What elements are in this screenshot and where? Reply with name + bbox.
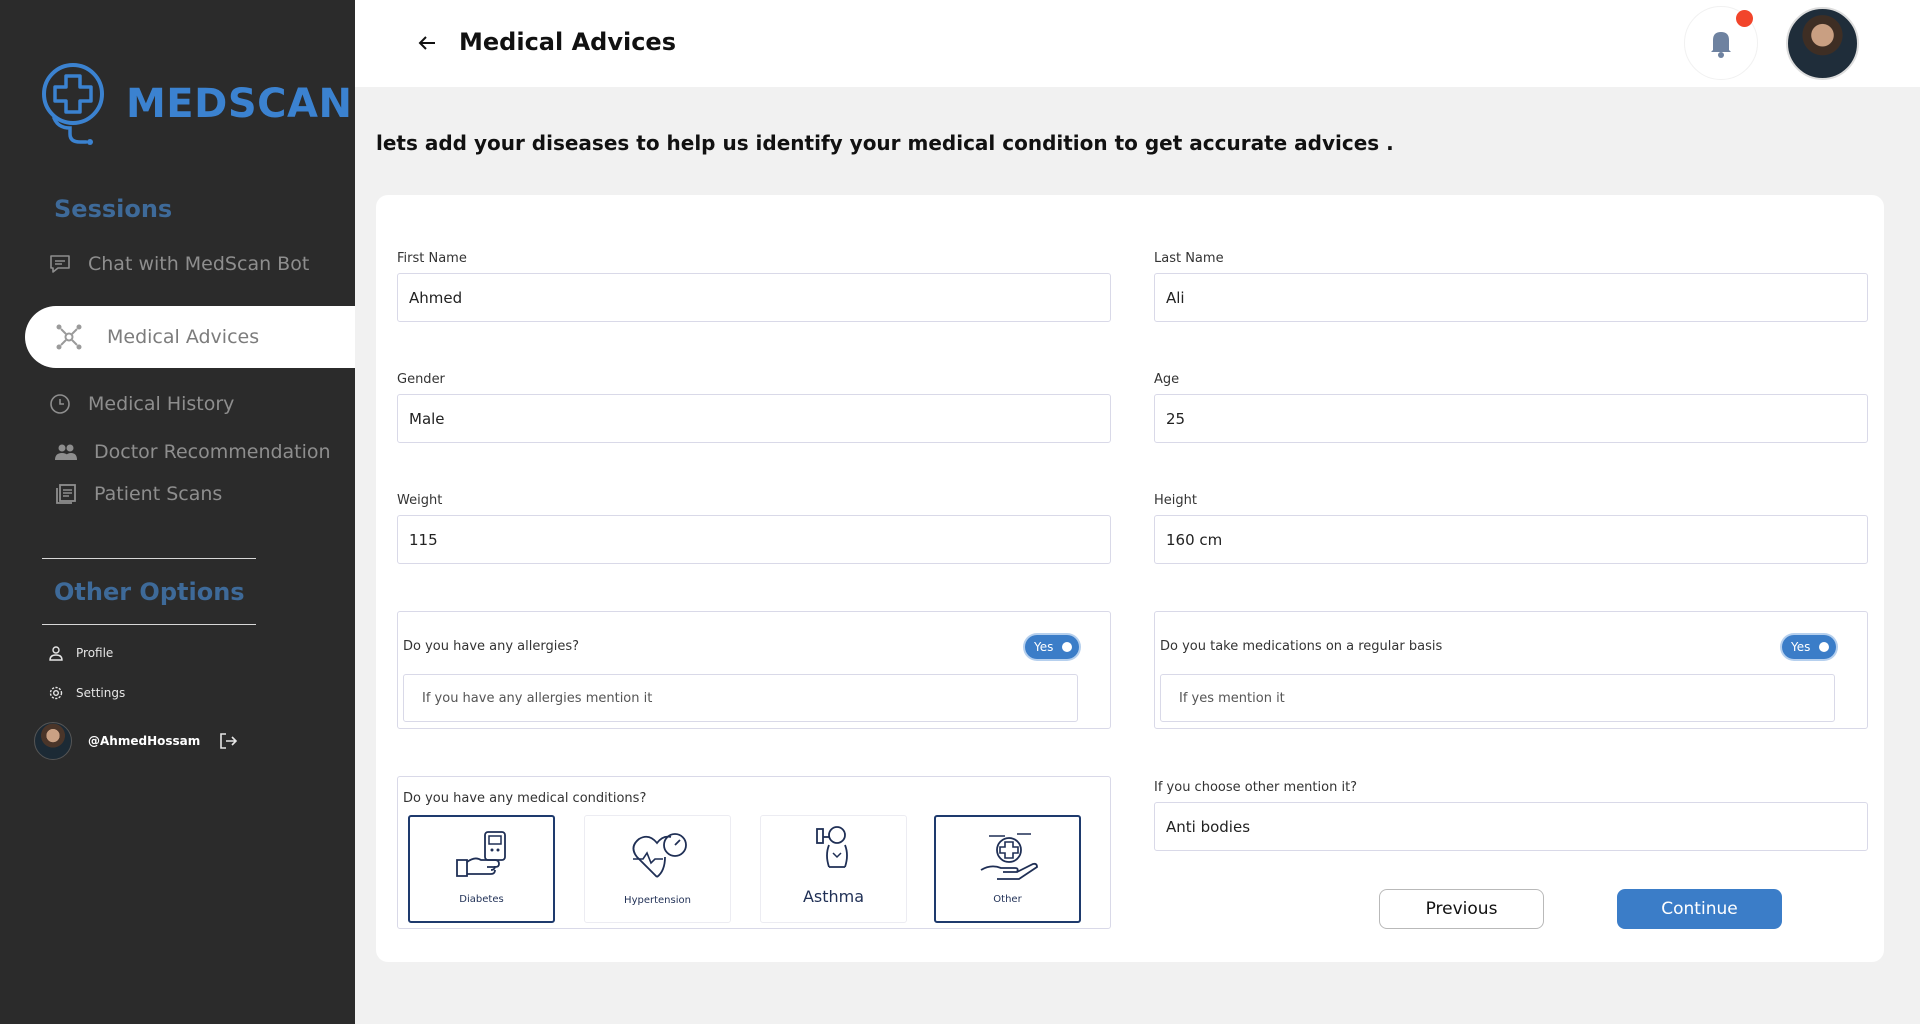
conditions-question: Do you have any medical conditions? — [403, 791, 647, 806]
documents-icon — [56, 484, 76, 504]
toggle-knob — [1062, 642, 1072, 652]
people-icon — [55, 444, 77, 460]
first-name-label: First Name — [397, 251, 467, 266]
condition-label: Diabetes — [459, 894, 504, 905]
condition-label: Asthma — [802, 887, 865, 906]
intro-text: lets add your diseases to help us identi… — [376, 131, 1394, 155]
sidebar-item-settings[interactable]: Settings — [48, 685, 125, 701]
avatar[interactable] — [34, 722, 72, 760]
back-arrow-icon[interactable] — [415, 31, 439, 55]
top-header: Medical Advices — [355, 0, 1920, 87]
previous-button[interactable]: Previous — [1379, 889, 1544, 929]
network-icon — [56, 324, 82, 350]
app-name: MEDSCAN — [126, 81, 353, 127]
glucose-meter-icon — [455, 831, 506, 877]
clock-icon — [50, 394, 70, 414]
height-field[interactable]: 160 cm — [1154, 515, 1868, 564]
avatar[interactable] — [1786, 7, 1859, 80]
sidebar: MEDSCAN Sessions Chat with MedScan Bot M… — [0, 0, 355, 1024]
sidebar-user: @AhmedHossam — [34, 722, 238, 760]
medscan-logo-icon — [42, 63, 104, 145]
sidebar-item-doctor-recommendation[interactable]: Doctor Recommendation — [54, 440, 331, 464]
sidebar-item-profile[interactable]: Profile — [48, 645, 113, 661]
last-name-field[interactable]: Ali — [1154, 273, 1868, 322]
age-label: Age — [1154, 372, 1180, 387]
other-condition-label: If you choose other mention it? — [1154, 780, 1358, 795]
logout-icon[interactable] — [218, 731, 238, 751]
condition-other[interactable]: Other — [934, 815, 1081, 923]
condition-diabetes[interactable]: Diabetes — [408, 815, 555, 923]
user-icon — [49, 646, 63, 661]
sidebar-item-label: Medical History — [88, 393, 235, 415]
sidebar-item-label: Patient Scans — [94, 483, 223, 505]
chat-icon — [50, 255, 70, 273]
medications-input[interactable]: If yes mention it — [1160, 674, 1835, 722]
other-condition-field[interactable]: Anti bodies — [1154, 802, 1868, 851]
allergies-question: Do you have any allergies? — [403, 639, 580, 654]
condition-hypertension[interactable]: Hypertension — [584, 815, 731, 923]
last-name-label: Last Name — [1154, 251, 1224, 266]
gender-label: Gender — [397, 372, 445, 387]
other-options-title: Other Options — [54, 578, 245, 606]
condition-label: Other — [993, 894, 1022, 905]
continue-button[interactable]: Continue — [1617, 889, 1782, 929]
medications-question: Do you take medications on a regular bas… — [1160, 639, 1443, 654]
allergies-toggle[interactable]: Yes — [1025, 635, 1079, 659]
sidebar-item-label: Doctor Recommendation — [94, 441, 331, 463]
sidebar-item-patient-scans[interactable]: Patient Scans — [54, 482, 222, 506]
height-label: Height — [1154, 493, 1197, 508]
weight-field[interactable]: 115 — [397, 515, 1111, 564]
medications-toggle[interactable]: Yes — [1782, 635, 1836, 659]
condition-label: Hypertension — [624, 895, 691, 906]
weight-label: Weight — [397, 493, 443, 508]
sidebar-item-label: Profile — [76, 646, 114, 660]
sidebar-item-chat[interactable]: Chat with MedScan Bot — [48, 252, 309, 276]
age-field[interactable]: 25 — [1154, 394, 1868, 443]
toggle-label: Yes — [1034, 640, 1054, 654]
bell-icon — [1711, 32, 1731, 58]
sidebar-item-label: Medical Advices — [107, 326, 260, 348]
page-title: Medical Advices — [459, 28, 676, 56]
sidebar-item-medical-advices[interactable]: Medical Advices — [25, 306, 355, 368]
divider — [42, 624, 256, 625]
sidebar-item-label: Settings — [76, 686, 126, 700]
toggle-label: Yes — [1791, 640, 1811, 654]
notification-badge — [1736, 10, 1753, 27]
sidebar-item-medical-history[interactable]: Medical History — [48, 392, 234, 416]
first-name-field[interactable]: Ahmed — [397, 273, 1111, 322]
hand-cross-icon — [980, 833, 1038, 880]
user-handle: @AhmedHossam — [88, 734, 201, 748]
allergies-input[interactable]: If you have any allergies mention it — [403, 674, 1078, 722]
sessions-title: Sessions — [54, 195, 173, 223]
app-logo[interactable]: MEDSCAN — [40, 62, 352, 146]
condition-asthma[interactable]: Asthma — [760, 815, 907, 923]
heart-gauge-icon — [632, 833, 687, 878]
divider — [42, 558, 256, 559]
toggle-knob — [1819, 642, 1829, 652]
inhaler-icon — [815, 826, 848, 868]
gender-field[interactable]: Male — [397, 394, 1111, 443]
sidebar-item-label: Chat with MedScan Bot — [88, 253, 310, 275]
gear-icon — [49, 686, 63, 700]
